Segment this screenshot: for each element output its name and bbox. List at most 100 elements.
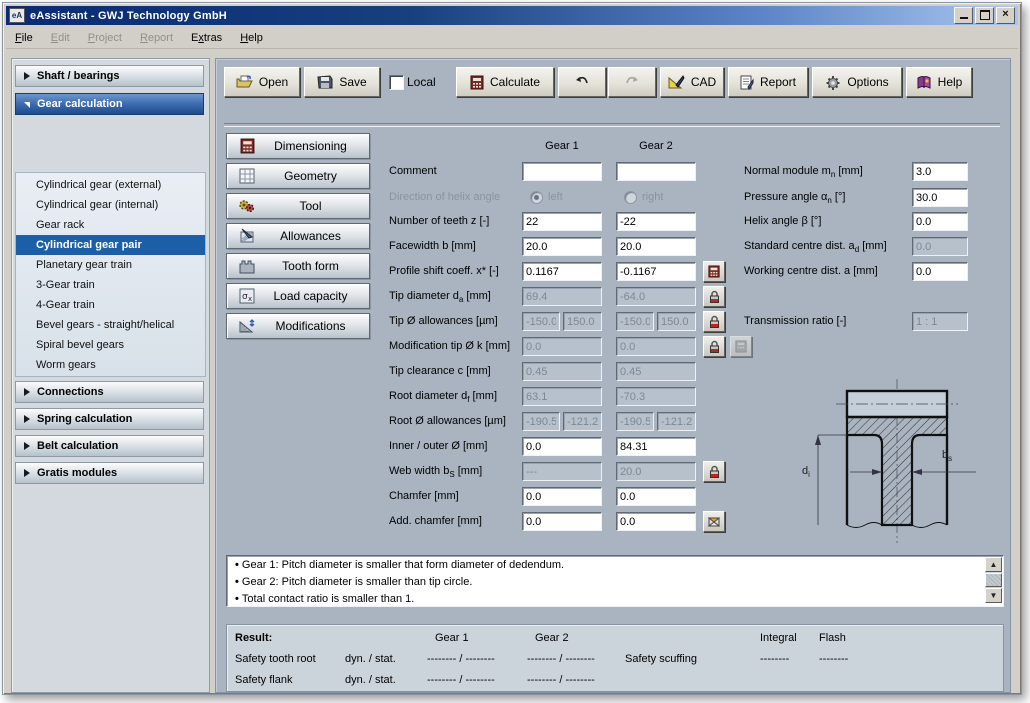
tip-clearance-label: Tip clearance c [mm] bbox=[389, 365, 491, 377]
normal-module-input[interactable] bbox=[912, 162, 968, 181]
root-allowances-label: Root Ø allowances [µm] bbox=[389, 415, 506, 427]
tip-allowances-gear2-upper-field bbox=[616, 312, 654, 331]
sidebar-item-worm-gears[interactable]: Worm gears bbox=[16, 355, 205, 375]
sidebar-section-shaft-bearings[interactable]: Shaft / bearings bbox=[15, 65, 204, 87]
undo-button[interactable] bbox=[558, 67, 606, 97]
app-icon: eA bbox=[9, 8, 25, 23]
dimensioning-button[interactable]: Dimensioning bbox=[226, 133, 370, 159]
allowances-icon bbox=[236, 226, 258, 246]
pressure-angle-input[interactable] bbox=[912, 188, 968, 207]
geometry-button[interactable]: Geometry bbox=[226, 163, 370, 189]
modification-tip-lock-button[interactable] bbox=[703, 336, 725, 357]
result-col-gear1: Gear 1 bbox=[435, 632, 469, 644]
comment-gear1-input[interactable] bbox=[522, 162, 602, 181]
messages-scrollbar[interactable]: ▲ ▼ bbox=[985, 557, 1002, 603]
local-checkbox[interactable] bbox=[389, 75, 404, 90]
calculator-icon bbox=[708, 265, 720, 278]
close-button[interactable]: × bbox=[996, 7, 1015, 24]
chamfer-gear1-input[interactable] bbox=[522, 487, 602, 506]
title-bar: eA eAssistant - GWJ Technology GmbH × bbox=[6, 6, 1018, 25]
helix-right-radio bbox=[624, 191, 637, 204]
load-capacity-button[interactable]: σx Load capacity bbox=[226, 283, 370, 309]
window-title: eAssistant - GWJ Technology GmbH bbox=[30, 9, 227, 22]
web-width-lock-button[interactable] bbox=[703, 461, 725, 482]
chamfer-label: Chamfer [mm] bbox=[389, 490, 459, 502]
calculator-icon bbox=[470, 75, 484, 89]
calculate-button[interactable]: Calculate bbox=[456, 67, 554, 97]
facewidth-gear1-input[interactable] bbox=[522, 237, 602, 256]
inner-outer-gear1-input[interactable] bbox=[522, 437, 602, 456]
options-tools-icon bbox=[826, 75, 840, 90]
tip-allowances-gear2-lower-field bbox=[657, 312, 696, 331]
chamfer-gear2-input[interactable] bbox=[616, 487, 696, 506]
message-item: Gear 1: Pitch diameter is smaller that f… bbox=[235, 558, 997, 573]
options-button[interactable]: Options bbox=[812, 67, 902, 97]
allowances-button[interactable]: Allowances bbox=[226, 223, 370, 249]
modifications-button[interactable]: Modifications bbox=[226, 313, 370, 339]
profile-shift-gear1-input[interactable] bbox=[522, 262, 602, 281]
tool-button[interactable]: Tool bbox=[226, 193, 370, 219]
inner-diameter-dim-label: di bbox=[802, 465, 810, 480]
inner-outer-gear2-input[interactable] bbox=[616, 437, 696, 456]
scroll-up-button[interactable]: ▲ bbox=[985, 557, 1002, 572]
maximize-button[interactable] bbox=[975, 7, 994, 24]
add-chamfer-gear2-input[interactable] bbox=[616, 512, 696, 531]
safety-flank-label: Safety flank bbox=[235, 674, 293, 686]
tip-allowances-label: Tip Ø allowances [µm] bbox=[389, 315, 498, 327]
root-diameter-label: Root diameter df [mm] bbox=[389, 390, 497, 405]
app-window: eA eAssistant - GWJ Technology GmbH × Fi… bbox=[2, 2, 1022, 695]
teeth-gear2-input[interactable] bbox=[616, 212, 696, 231]
sidebar-section-belt-calculation[interactable]: Belt calculation bbox=[15, 435, 204, 457]
teeth-gear1-input[interactable] bbox=[522, 212, 602, 231]
report-button[interactable]: Report bbox=[728, 67, 808, 97]
sidebar-item-4-gear-train[interactable]: 4-Gear train bbox=[16, 295, 205, 315]
cad-button[interactable]: CAD bbox=[660, 67, 724, 97]
calculator-icon bbox=[735, 340, 747, 353]
add-chamfer-gear1-input[interactable] bbox=[522, 512, 602, 531]
scroll-down-button[interactable]: ▼ bbox=[985, 588, 1002, 603]
working-centre-dist-input[interactable] bbox=[912, 262, 968, 281]
scrollbar-thumb[interactable] bbox=[985, 573, 1002, 587]
safety-tooth-root-gear2: -------- / -------- bbox=[527, 653, 595, 665]
sidebar-item-gear-rack[interactable]: Gear rack bbox=[16, 215, 205, 235]
tool-gears-icon bbox=[236, 196, 258, 216]
helix-angle-input[interactable] bbox=[912, 212, 968, 231]
sidebar-section-gear-calculation[interactable]: Gear calculation bbox=[15, 93, 204, 115]
tip-diameter-label: Tip diameter da [mm] bbox=[389, 290, 491, 305]
comment-gear2-input[interactable] bbox=[616, 162, 696, 181]
tooth-form-button[interactable]: Tooth form bbox=[226, 253, 370, 279]
sidebar-item-cylindrical-gear-internal[interactable]: Cylindrical gear (internal) bbox=[16, 195, 205, 215]
facewidth-label: Facewidth b [mm] bbox=[389, 240, 476, 252]
menu-extras[interactable]: Extras bbox=[182, 29, 231, 47]
chamfer-icon bbox=[707, 517, 721, 527]
sidebar-section-connections[interactable]: Connections bbox=[15, 381, 204, 403]
sidebar-item-3-gear-train[interactable]: 3-Gear train bbox=[16, 275, 205, 295]
sidebar-section-spring-calculation[interactable]: Spring calculation bbox=[15, 408, 204, 430]
sidebar-item-bevel-gears[interactable]: Bevel gears - straight/helical bbox=[16, 315, 205, 335]
cad-icon bbox=[668, 74, 685, 88]
menu-project: Project bbox=[87, 31, 122, 44]
tip-allowances-lock-button[interactable] bbox=[703, 311, 725, 332]
sidebar-item-planetary-gear-train[interactable]: Planetary gear train bbox=[16, 255, 205, 275]
add-chamfer-option-button[interactable] bbox=[703, 511, 725, 532]
facewidth-gear2-input[interactable] bbox=[616, 237, 696, 256]
modification-tip-gear1-field bbox=[522, 337, 602, 356]
sidebar-gear-items: Cylindrical gear (external) Cylindrical … bbox=[15, 172, 206, 377]
minimize-button[interactable] bbox=[954, 7, 973, 24]
sidebar-item-spiral-bevel-gears[interactable]: Spiral bevel gears bbox=[16, 335, 205, 355]
chevron-right-icon bbox=[24, 72, 30, 80]
menu-file[interactable]: File bbox=[6, 29, 42, 47]
message-item: Total contact ratio is smaller than 1. bbox=[235, 592, 997, 606]
sidebar-item-cylindrical-gear-external[interactable]: Cylindrical gear (external) bbox=[16, 175, 205, 195]
sidebar-section-gratis-modules[interactable]: Gratis modules bbox=[15, 462, 204, 484]
open-button[interactable]: Open bbox=[224, 67, 300, 97]
sidebar-item-cylindrical-gear-pair[interactable]: Cylindrical gear pair bbox=[16, 235, 205, 255]
tip-diameter-lock-button[interactable] bbox=[703, 286, 725, 307]
close-icon: × bbox=[1002, 8, 1009, 20]
safety-flank-mode: dyn. / stat. bbox=[345, 674, 396, 686]
profile-shift-calculator-button[interactable] bbox=[703, 261, 725, 282]
save-button[interactable]: Save bbox=[304, 67, 380, 97]
menu-help[interactable]: Help bbox=[231, 29, 272, 47]
profile-shift-gear2-input[interactable] bbox=[616, 262, 696, 281]
help-button[interactable]: Help bbox=[906, 67, 972, 97]
